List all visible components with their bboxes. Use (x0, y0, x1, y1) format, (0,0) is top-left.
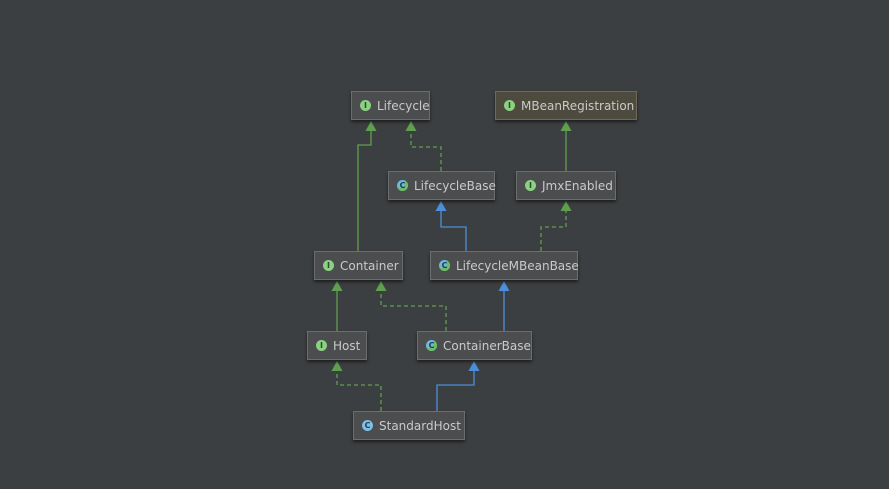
edge-line (540, 211, 567, 251)
node-containerbase[interactable]: C ContainerBase (417, 331, 532, 360)
edge-standardhost-to-host (331, 361, 382, 411)
edge-arrowhead (468, 361, 480, 371)
edge-line (357, 131, 372, 251)
node-label: Lifecycle (377, 98, 430, 113)
edge-arrowhead (435, 201, 447, 211)
edge-arrowhead (331, 281, 343, 291)
edge-container-to-lifecycle (357, 121, 377, 251)
abstract-class-icon: C (397, 180, 408, 191)
edge-arrowhead (560, 201, 572, 211)
edge-jmxenabled-to-mbeanregistration (560, 121, 572, 171)
edge-lifecyclembeanbase-to-lifecyclebase (435, 201, 467, 251)
edge-containerbase-to-container (375, 281, 447, 331)
edge-lifecyclembeanbase-to-jmxenabled (540, 201, 572, 251)
node-label: Container (340, 258, 399, 273)
node-label: ContainerBase (443, 338, 531, 353)
node-label: JmxEnabled (542, 178, 613, 193)
edge-containerbase-to-lifecyclembeanbase (498, 281, 510, 331)
interface-icon: I (360, 100, 371, 111)
node-label: Host (333, 338, 361, 353)
node-jmxenabled[interactable]: I JmxEnabled (516, 171, 616, 200)
edge-line (436, 371, 475, 411)
node-container[interactable]: I Container (314, 251, 403, 280)
node-mbeanregistration[interactable]: I MBeanRegistration (495, 91, 637, 120)
node-standardhost[interactable]: C StandardHost (353, 411, 465, 440)
class-icon: C (362, 420, 373, 431)
node-label: StandardHost (379, 418, 461, 433)
edge-line (440, 211, 467, 251)
abstract-class-icon: C (426, 340, 437, 351)
abstract-class-icon: C (439, 260, 450, 271)
edge-arrowhead (331, 361, 343, 371)
node-label: LifecycleMBeanBase (456, 258, 579, 273)
interface-icon: I (323, 260, 334, 271)
edge-arrowhead (560, 121, 572, 131)
edge-arrowhead (498, 281, 510, 291)
edge-line (336, 371, 382, 411)
node-label: MBeanRegistration (521, 98, 635, 113)
edge-arrowhead (405, 121, 417, 131)
edge-arrowhead (375, 281, 387, 291)
node-lifecyclembeanbase[interactable]: C LifecycleMBeanBase (430, 251, 579, 280)
diagram-canvas: I Lifecycle I MBeanRegistration C LifecycleBa… (0, 0, 889, 489)
interface-icon: I (316, 340, 327, 351)
node-lifecyclebase[interactable]: C LifecycleBase (388, 171, 496, 200)
node-host[interactable]: I Host (307, 331, 367, 360)
edge-standardhost-to-containerbase (436, 361, 480, 411)
interface-icon: I (525, 180, 536, 191)
node-label: LifecycleBase (414, 178, 496, 193)
edge-host-to-container (331, 281, 343, 331)
interface-icon: I (504, 100, 515, 111)
edge-line (380, 291, 447, 331)
node-lifecycle[interactable]: I Lifecycle (351, 91, 430, 120)
edge-line (410, 131, 442, 171)
edge-arrowhead (365, 121, 377, 131)
edge-lifecyclebase-to-lifecycle (405, 121, 442, 171)
